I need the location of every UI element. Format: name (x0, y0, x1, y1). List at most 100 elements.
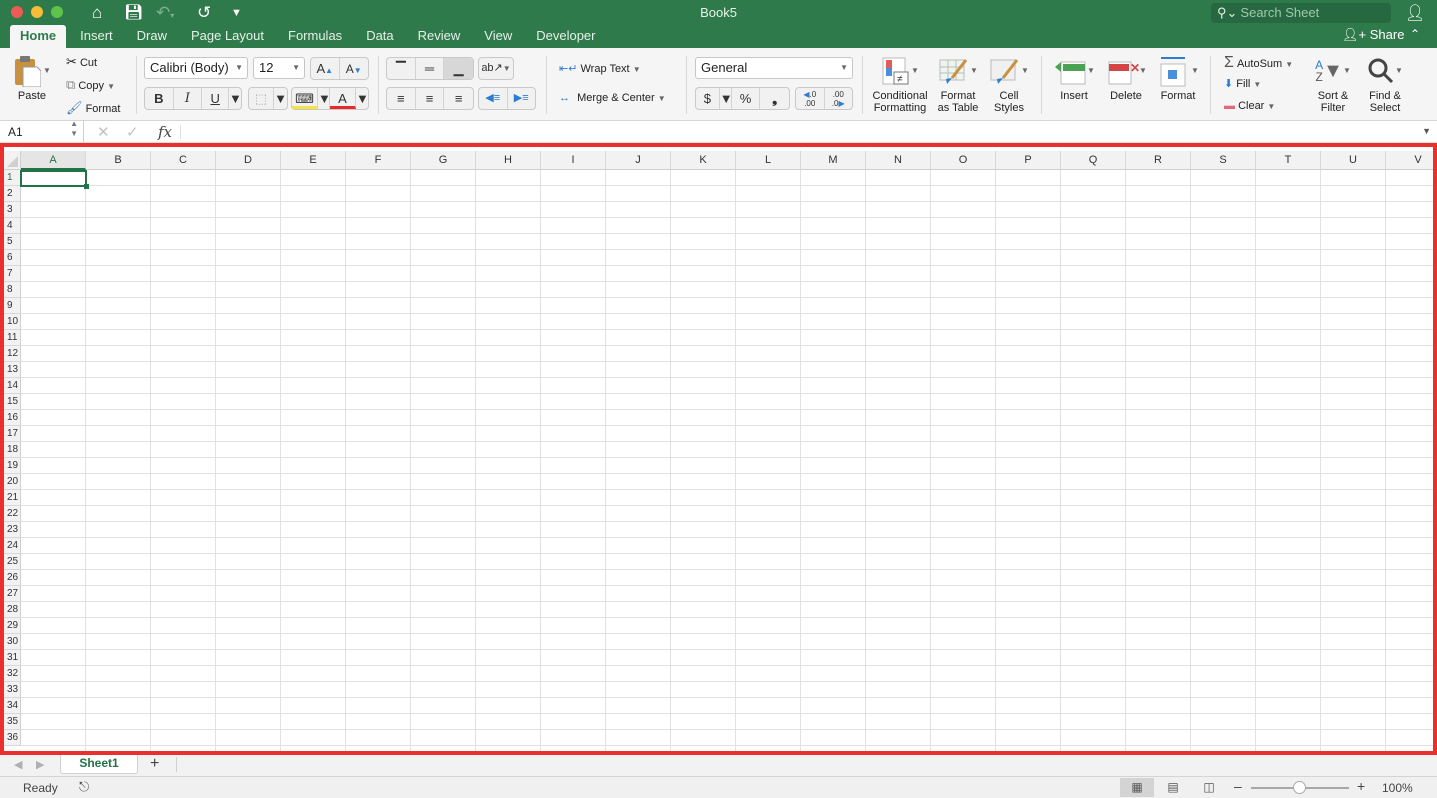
increase-indent-button[interactable]: ▶≡ (508, 88, 536, 109)
normal-view-button[interactable]: ▦ (1120, 778, 1154, 797)
row-header-7[interactable]: 7 (4, 266, 21, 282)
column-header-t[interactable]: T (1256, 151, 1321, 170)
name-box[interactable]: A1 ▲ ▼ (0, 119, 84, 143)
redo-icon[interactable]: ↺ (197, 3, 211, 23)
borders-icon[interactable]: ⬚ (249, 88, 275, 109)
row-header-18[interactable]: 18 (4, 442, 21, 458)
row-header-23[interactable]: 23 (4, 522, 21, 538)
format-as-table-button[interactable]: ▼ Format as Table (934, 52, 982, 114)
column-header-v[interactable]: V (1386, 151, 1437, 170)
column-header-k[interactable]: K (671, 151, 736, 170)
currency-dropdown[interactable]: ▼ (720, 88, 733, 109)
font-name-select[interactable]: Calibri (Body) ▼ (144, 57, 248, 79)
font-size-select[interactable]: 12 ▼ (253, 57, 305, 79)
percent-button[interactable]: % (732, 88, 761, 109)
column-header-n[interactable]: N (866, 151, 931, 170)
currency-button[interactable]: $ (696, 88, 720, 109)
tab-data[interactable]: Data (356, 25, 403, 48)
row-header-15[interactable]: 15 (4, 394, 21, 410)
undo-icon[interactable]: ↶▾ (156, 3, 174, 26)
row-header-33[interactable]: 33 (4, 682, 21, 698)
zoom-slider-thumb[interactable] (1293, 781, 1306, 794)
fill-color-icon[interactable]: ⌨ (292, 88, 318, 109)
column-header-l[interactable]: L (736, 151, 801, 170)
row-header-3[interactable]: 3 (4, 202, 21, 218)
selected-cell-a1[interactable] (20, 170, 89, 189)
tab-page-layout[interactable]: Page Layout (181, 25, 274, 48)
align-center-button[interactable]: ≡ (416, 88, 445, 109)
paste-button[interactable]: ▼ Paste (10, 52, 54, 102)
borders-dropdown[interactable]: ▼ (274, 88, 287, 109)
copy-button[interactable]: ⧉ Copy ▼ (66, 77, 115, 93)
column-header-e[interactable]: E (281, 151, 346, 170)
row-header-29[interactable]: 29 (4, 618, 21, 634)
row-header-8[interactable]: 8 (4, 282, 21, 298)
decrease-font-size-button[interactable]: A▼ (340, 58, 368, 79)
prev-sheet-arrow-icon[interactable]: ◀ (14, 758, 22, 771)
next-sheet-arrow-icon[interactable]: ▶ (36, 758, 44, 771)
fill-color-dropdown[interactable]: ▼ (318, 88, 331, 109)
maximize-window-button[interactable] (51, 6, 63, 18)
row-header-12[interactable]: 12 (4, 346, 21, 362)
tab-developer[interactable]: Developer (526, 25, 605, 48)
column-header-i[interactable]: I (541, 151, 606, 170)
decrease-decimal-button[interactable]: .00 .0▶ (825, 88, 853, 109)
row-header-36[interactable]: 36 (4, 730, 21, 746)
column-header-r[interactable]: R (1126, 151, 1191, 170)
row-header-34[interactable]: 34 (4, 698, 21, 714)
autosum-button[interactable]: Σ AutoSum ▼ (1224, 54, 1293, 72)
enter-icon[interactable]: ✓ (126, 123, 139, 141)
row-header-11[interactable]: 11 (4, 330, 21, 346)
row-header-9[interactable]: 9 (4, 298, 21, 314)
column-header-s[interactable]: S (1191, 151, 1256, 170)
tab-draw[interactable]: Draw (127, 25, 177, 48)
number-format-select[interactable]: General ▼ (695, 57, 853, 79)
row-header-10[interactable]: 10 (4, 314, 21, 330)
formula-input[interactable] (184, 121, 1419, 143)
home-icon[interactable]: ⌂ (92, 3, 102, 23)
merge-center-button[interactable]: ↔ Merge & Center ▼ (559, 92, 666, 104)
row-header-24[interactable]: 24 (4, 538, 21, 554)
tab-view[interactable]: View (474, 25, 522, 48)
font-color-dropdown[interactable]: ▼ (356, 88, 369, 109)
column-header-f[interactable]: F (346, 151, 411, 170)
column-header-g[interactable]: G (411, 151, 476, 170)
italic-button[interactable]: I (174, 88, 203, 109)
align-left-button[interactable]: ≡ (387, 88, 416, 109)
row-header-14[interactable]: 14 (4, 378, 21, 394)
macro-record-icon[interactable]: ⎋ (79, 779, 89, 795)
font-color-button[interactable]: A (330, 88, 356, 109)
column-header-o[interactable]: O (931, 151, 996, 170)
row-header-1[interactable]: 1 (4, 170, 21, 186)
tab-review[interactable]: Review (408, 25, 471, 48)
fill-button[interactable]: ⬇ Fill ▼ (1224, 77, 1261, 90)
tab-insert[interactable]: Insert (70, 25, 123, 48)
zoom-out-button[interactable]: – (1234, 778, 1242, 794)
increase-decimal-button[interactable]: ◀.0 .00 (796, 88, 825, 109)
row-header-31[interactable]: 31 (4, 650, 21, 666)
bold-button[interactable]: B (145, 88, 174, 109)
select-all-button[interactable] (4, 151, 21, 170)
format-cells-button[interactable]: ▼ Format (1154, 52, 1202, 102)
column-header-c[interactable]: C (151, 151, 216, 170)
page-break-view-button[interactable]: ◫ (1192, 778, 1226, 797)
row-header-16[interactable]: 16 (4, 410, 21, 426)
format-painter-button[interactable]: 🖌︎ Format (66, 100, 120, 116)
customize-icon[interactable]: ▼ (231, 3, 242, 23)
column-header-d[interactable]: D (216, 151, 281, 170)
orientation-button[interactable]: ab↗▼ (479, 58, 513, 79)
delete-cells-button[interactable]: ✕ ▼ Delete (1102, 52, 1150, 102)
zoom-in-button[interactable]: + (1357, 778, 1365, 794)
column-header-b[interactable]: B (86, 151, 151, 170)
search-sheet-input[interactable]: ⚲⌄ Search Sheet (1211, 3, 1391, 23)
decrease-indent-button[interactable]: ◀≡ (479, 88, 508, 109)
align-right-button[interactable]: ≡ (444, 88, 473, 109)
share-button[interactable]: 👤︎+ Share (1342, 27, 1404, 43)
tab-home[interactable]: Home (10, 25, 67, 48)
tab-formulas[interactable]: Formulas (278, 25, 352, 48)
comma-style-button[interactable]: ❟ (760, 88, 789, 109)
row-header-25[interactable]: 25 (4, 554, 21, 570)
column-header-j[interactable]: J (606, 151, 671, 170)
sheet-tab-sheet1[interactable]: Sheet1 (60, 755, 138, 774)
find-select-button[interactable]: ▼ Find & Select (1362, 52, 1408, 114)
